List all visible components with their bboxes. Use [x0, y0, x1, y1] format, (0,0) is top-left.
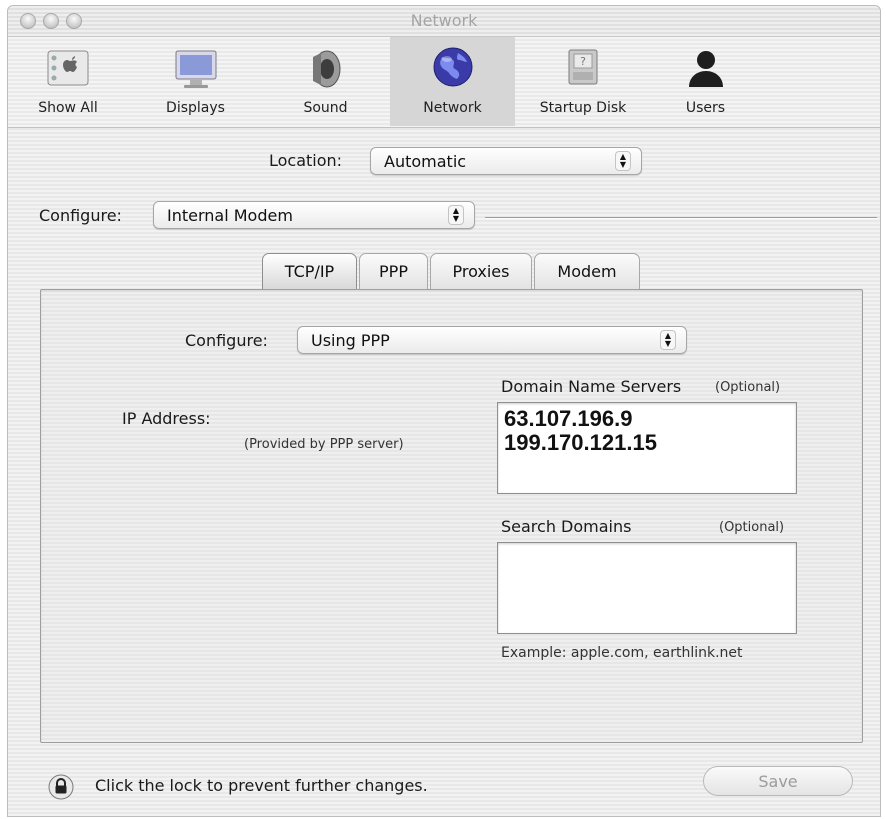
- dns-servers-field[interactable]: 63.107.196.9 199.170.121.15: [497, 402, 797, 494]
- display-icon: [175, 50, 216, 88]
- lock-icon[interactable]: [48, 774, 74, 800]
- location-value: Automatic: [384, 152, 467, 171]
- tab-label: Proxies: [452, 262, 510, 281]
- tcpip-panel: Configure: Using PPP ▲ ▼ IP Address: (Pro…: [40, 289, 863, 743]
- dns-label: Domain Name Servers: [501, 377, 682, 396]
- search-example: Example: apple.com, earthlink.net: [501, 645, 743, 661]
- ip-address-label: IP Address:: [122, 409, 211, 428]
- configure-interface-label: Configure:: [39, 206, 122, 225]
- save-button-label: Save: [758, 772, 798, 791]
- dns-entry: 63.107.196.9: [504, 406, 633, 431]
- location-label: Location:: [269, 151, 343, 170]
- toolbar-item-displays[interactable]: Displays: [133, 37, 258, 126]
- toolbar-label: Sound: [303, 100, 348, 116]
- title-bar[interactable]: Network: [8, 6, 880, 37]
- toolbar-label: Displays: [166, 100, 225, 116]
- user-icon: [688, 51, 723, 87]
- toolbar-item-show-all[interactable]: Show All: [8, 37, 128, 126]
- toolbar-label: Users: [685, 100, 726, 116]
- tab-label: Modem: [557, 262, 617, 281]
- tab-tcpip[interactable]: TCP/IP: [262, 253, 357, 289]
- tab-label: PPP: [379, 262, 408, 281]
- toolbar-item-network[interactable]: Network: [390, 37, 515, 126]
- location-popup[interactable]: Automatic ▲ ▼: [370, 147, 642, 175]
- dns-entry: 199.170.121.15: [504, 430, 657, 455]
- configure-interface-popup[interactable]: Internal Modem ▲ ▼: [153, 201, 475, 229]
- popup-arrows-icon: ▲ ▼: [448, 205, 464, 225]
- tab-proxies[interactable]: Proxies: [430, 253, 532, 289]
- toolbar-label: Startup Disk: [539, 100, 627, 116]
- search-domains-field[interactable]: [497, 542, 797, 634]
- toolbar-item-users[interactable]: Users: [648, 37, 763, 126]
- globe-icon: [433, 47, 472, 87]
- popup-arrows-icon: ▲ ▼: [660, 330, 676, 350]
- toolbar-item-sound[interactable]: Sound: [263, 37, 388, 126]
- tab-ppp[interactable]: PPP: [359, 253, 428, 289]
- toolbar-item-startup-disk[interactable]: ? Startup Disk: [518, 37, 648, 126]
- dns-optional-label: (Optional): [715, 380, 781, 395]
- toolbar-label: Network: [423, 100, 482, 116]
- tab-modem[interactable]: Modem: [534, 253, 640, 289]
- save-button[interactable]: Save: [703, 766, 853, 796]
- toolbar: Show All Displays Sound Network ? Startu…: [8, 37, 880, 128]
- tab-label: TCP/IP: [284, 262, 335, 281]
- speaker-icon: [312, 50, 340, 88]
- apple-icon: [47, 50, 89, 86]
- tcpip-configure-label: Configure:: [185, 331, 268, 350]
- separator: [485, 217, 877, 219]
- toolbar-label: Show All: [38, 100, 98, 116]
- tcpip-configure-value: Using PPP: [311, 331, 390, 350]
- tcpip-configure-popup[interactable]: Using PPP ▲ ▼: [297, 326, 687, 354]
- disk-icon: ?: [568, 49, 598, 85]
- lock-message: Click the lock to prevent further change…: [95, 776, 428, 795]
- configure-interface-value: Internal Modem: [167, 206, 293, 225]
- preferences-window: Network Show All Displays Sound Network …: [7, 5, 881, 817]
- window-title: Network: [410, 11, 478, 30]
- popup-arrows-icon: ▲ ▼: [615, 151, 631, 171]
- ip-address-note: (Provided by PPP server): [244, 437, 404, 452]
- search-domains-label: Search Domains: [501, 517, 632, 536]
- svg-text:?: ?: [580, 55, 586, 68]
- search-optional-label: (Optional): [719, 520, 785, 535]
